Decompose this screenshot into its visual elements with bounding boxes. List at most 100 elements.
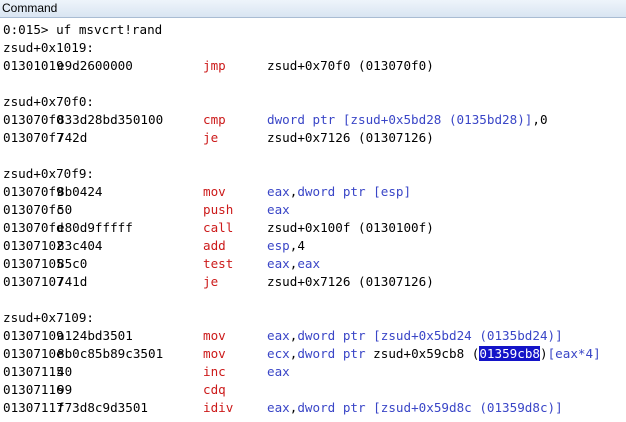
- operand-part: esp: [267, 238, 290, 253]
- instruction-address: 01307105: [3, 256, 64, 271]
- command-line: 0:015> uf msvcrt!rand: [3, 21, 626, 39]
- instruction-bytes: 741d: [57, 274, 88, 289]
- instruction-bytes: 83c404: [57, 238, 103, 253]
- operand-part: zsud+0x7126 (01307126): [267, 130, 434, 145]
- operand-part: dword ptr: [297, 346, 366, 361]
- instruction-bytes: 833d28bd350100: [57, 112, 164, 127]
- instruction-operands: zsud+0x100f (0130100f): [267, 219, 434, 237]
- instruction-mnemonic: mov: [203, 184, 226, 199]
- operand-part: dword ptr [esp]: [297, 184, 412, 199]
- instruction-row: 013070f0 833d28bd350100 cmp dword ptr [zsud…: [3, 111, 626, 129]
- instruction-row: 013070f7 742d je zsud+0x7126 (01307126): [3, 129, 626, 147]
- operand-part: zsud+0x70f0 (013070f0): [267, 58, 434, 73]
- instruction-mnemonic: je: [203, 274, 219, 289]
- selected-address[interactable]: 01359cb8: [479, 346, 540, 361]
- operand-part: eax: [267, 364, 290, 379]
- instruction-mnemonic: je: [203, 130, 219, 145]
- instruction-row: 01307107 741d je zsud+0x7126 (01307126): [3, 273, 626, 291]
- instruction-operands: eax,dword ptr [zsud+0x5bd24 (0135bd24)]: [267, 327, 563, 345]
- instruction-mnemonic: push: [203, 202, 234, 217]
- instruction-operands: zsud+0x7126 (01307126): [267, 129, 434, 147]
- operand-part: zsud+0x100f (0130100f): [267, 220, 434, 235]
- operand-part: eax: [267, 328, 290, 343]
- instruction-row: 01307116 99 cdq: [3, 381, 626, 399]
- operand-part: dword ptr [zsud+0x5bd28 (0135bd28)]: [267, 112, 533, 127]
- instruction-mnemonic: jmp: [203, 58, 226, 73]
- instruction-row: 013070fc 50 push eax: [3, 201, 626, 219]
- instruction-bytes: 742d: [57, 130, 88, 145]
- operand-part: eax: [297, 256, 321, 271]
- instruction-address: 01307116: [3, 382, 64, 397]
- operand-part: eax: [267, 400, 290, 415]
- instruction-row: 01307102 83c404 add esp,4: [3, 237, 626, 255]
- operand-part: zsud+0x59cb8 (: [365, 346, 480, 361]
- instruction-bytes: e9d2600000: [57, 58, 133, 73]
- instruction-bytes: 40: [57, 364, 73, 379]
- block-label: zsud+0x70f9:: [3, 166, 94, 181]
- instruction-address: 01307109: [3, 328, 64, 343]
- instruction-row: 0130710e 8b0c85b89c3501 mov ecx,dword ptr z…: [3, 345, 626, 363]
- instruction-bytes: 8b0424: [57, 184, 103, 199]
- instruction-address: 01301019: [3, 58, 64, 73]
- instruction-mnemonic: mov: [203, 346, 226, 361]
- instruction-mnemonic: call: [203, 220, 234, 235]
- instruction-mnemonic: test: [203, 256, 234, 271]
- instruction-mnemonic: idiv: [203, 400, 234, 415]
- operand-part: dword ptr [zsud+0x5bd24 (0135bd24)]: [297, 328, 563, 343]
- instruction-row: 013070f9 8b0424 mov eax,dword ptr [esp]: [3, 183, 626, 201]
- window-title: Command: [0, 0, 626, 18]
- instruction-bytes: e80d9fffff: [57, 220, 133, 235]
- command-prompt: 0:015>: [3, 22, 57, 37]
- operand-part: ,4: [289, 238, 305, 253]
- instruction-operands: eax: [267, 201, 290, 219]
- instruction-bytes: 99: [57, 382, 73, 397]
- instruction-row: 01307115 40 inc eax: [3, 363, 626, 381]
- block-label: zsud+0x70f0:: [3, 94, 94, 109]
- instruction-address: 013070f7: [3, 130, 64, 145]
- instruction-bytes: f73d8c9d3501: [57, 400, 148, 415]
- instruction-row: 01307109 a124bd3501 mov eax,dword ptr [zsud…: [3, 327, 626, 345]
- block-label: zsud+0x7109:: [3, 310, 94, 325]
- instruction-operands: esp,4: [267, 237, 305, 255]
- instruction-bytes: 8b0c85b89c3501: [57, 346, 164, 361]
- instruction-operands: eax,dword ptr [esp]: [267, 183, 411, 201]
- operand-part: [eax*4]: [547, 346, 601, 361]
- instruction-mnemonic: inc: [203, 364, 226, 379]
- instruction-bytes: 50: [57, 202, 73, 217]
- operand-part: dword ptr [zsud+0x59d8c (01359d8c)]: [297, 400, 563, 415]
- instruction-row: 01301019 e9d2600000 jmp zsud+0x70f0 (013070…: [3, 57, 626, 75]
- instruction-address: 01307117: [3, 400, 64, 415]
- instruction-row: 013070fd e80d9fffff call zsud+0x100f (01301…: [3, 219, 626, 237]
- instruction-row: 01307117 f73d8c9d3501 idiv eax,dword ptr [z…: [3, 399, 626, 417]
- instruction-address: 01307107: [3, 274, 64, 289]
- instruction-operands: eax: [267, 363, 290, 381]
- instruction-operands: ecx,dword ptr zsud+0x59cb8 (01359cb8)[ea…: [267, 345, 601, 363]
- disassembly-output[interactable]: 0:015> uf msvcrt!rand zsud+0x1019: 013010…: [0, 18, 626, 417]
- instruction-address: 013070fc: [3, 202, 64, 217]
- instruction-address: 013070f9: [3, 184, 64, 199]
- instruction-address: 013070f0: [3, 112, 64, 127]
- instruction-mnemonic: mov: [203, 328, 226, 343]
- instruction-mnemonic: cmp: [203, 112, 226, 127]
- instruction-mnemonic: cdq: [203, 382, 226, 397]
- operand-part: zsud+0x7126 (01307126): [267, 274, 434, 289]
- instruction-operands: dword ptr [zsud+0x5bd28 (0135bd28)],0: [267, 111, 548, 129]
- instruction-bytes: 85c0: [57, 256, 88, 271]
- instruction-address: 013070fd: [3, 220, 64, 235]
- block-label: zsud+0x1019:: [3, 40, 94, 55]
- instruction-address: 01307115: [3, 364, 64, 379]
- instruction-operands: zsud+0x7126 (01307126): [267, 273, 434, 291]
- instruction-operands: eax,dword ptr [zsud+0x59d8c (01359d8c)]: [267, 399, 563, 417]
- instruction-operands: zsud+0x70f0 (013070f0): [267, 57, 434, 75]
- operand-part: eax: [267, 184, 290, 199]
- command-text: uf msvcrt!rand: [56, 22, 163, 37]
- instruction-operands: eax,eax: [267, 255, 320, 273]
- operand-part: eax: [267, 256, 290, 271]
- operand-part: eax: [267, 202, 290, 217]
- instruction-address: 0130710e: [3, 346, 64, 361]
- operand-part: ecx: [267, 346, 290, 361]
- instruction-mnemonic: add: [203, 238, 226, 253]
